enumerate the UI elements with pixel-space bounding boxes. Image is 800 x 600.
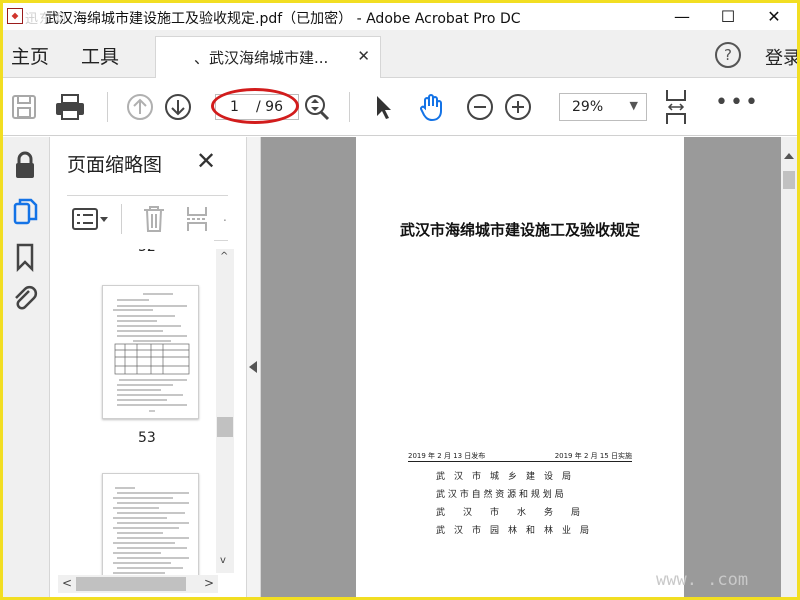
help-icon[interactable]: ? xyxy=(715,42,741,68)
delete-page-icon[interactable] xyxy=(141,204,167,234)
attachment-icon[interactable] xyxy=(9,283,41,315)
scroll-right-arrow[interactable]: > xyxy=(204,576,214,590)
bookmark-icon[interactable] xyxy=(9,241,41,273)
scrollbar-thumb[interactable] xyxy=(783,171,795,189)
title-bar: 迅东网 武汉海绵城市建设施工及验收规定.pdf（已加密） - Adobe Acr… xyxy=(3,3,797,30)
issue-date: 2019 年 2 月 13 日发布 xyxy=(408,452,486,460)
acrobat-app-icon xyxy=(7,8,23,24)
navigation-rail xyxy=(3,137,50,597)
lock-icon[interactable] xyxy=(9,149,41,181)
login-button[interactable]: 登录 xyxy=(765,44,800,70)
total-pages-label: / 96 xyxy=(256,99,283,115)
maximize-button[interactable]: ☐ xyxy=(705,3,751,30)
close-panel-button[interactable]: ✕ xyxy=(196,147,216,175)
extract-page-icon[interactable] xyxy=(185,204,213,234)
toolbar-separator xyxy=(107,92,108,122)
panel-collapse-handle[interactable] xyxy=(246,137,261,597)
scroll-left-arrow[interactable]: < xyxy=(62,576,72,590)
issue-dates: 2019 年 2 月 13 日发布 2019 年 2 月 15 日实施 xyxy=(408,449,632,462)
page-number-field[interactable]: 1 / 96 xyxy=(215,94,299,120)
page-thumbnails-icon[interactable] xyxy=(9,195,41,227)
scrollbar-thumb[interactable] xyxy=(217,417,233,437)
zoom-level-value: 29% xyxy=(572,99,604,115)
page-thumbnail-content xyxy=(113,487,189,574)
more-tools-icon[interactable]: ••• xyxy=(715,90,760,115)
close-tab-button[interactable]: ✕ xyxy=(357,47,370,65)
effective-date: 2019 年 2 月 15 日实施 xyxy=(554,452,632,460)
minimize-button[interactable]: — xyxy=(659,3,705,30)
window-title: 武汉海绵城市建设施工及验收规定.pdf（已加密） - Adobe Acrobat… xyxy=(45,11,521,27)
scroll-up-arrow[interactable] xyxy=(784,153,794,159)
issuer-line: 武 汉 市 园 林 和 林 业 局 xyxy=(436,526,590,536)
chevron-down-icon: ▼ xyxy=(629,99,638,112)
document-tab[interactable]: 、武汉海绵城市建... ✕ xyxy=(155,36,381,78)
issuer-line: 武 汉 市 城 乡 建 设 局 xyxy=(436,472,572,482)
zoom-level-dropdown[interactable]: 29% ▼ xyxy=(559,93,647,121)
scrollbar-thumb[interactable] xyxy=(76,577,186,591)
page-thumbnail[interactable] xyxy=(102,285,199,419)
document-tab-label: 、武汉海绵城市建... xyxy=(194,49,329,67)
pdf-page: 武汉市海绵城市建设施工及验收规定 2019 年 2 月 13 日发布 2019 … xyxy=(356,137,684,597)
save-icon[interactable] xyxy=(11,92,37,122)
zoom-in-icon[interactable] xyxy=(503,92,533,122)
document-view[interactable]: 武汉市海绵城市建设施工及验收规定 2019 年 2 月 13 日发布 2019 … xyxy=(261,137,781,597)
page-stepper-icon[interactable] xyxy=(301,92,331,122)
fit-page-icon[interactable] xyxy=(663,88,689,126)
thumbnail-panel: 页面缩略图 ✕ . 52 xyxy=(50,137,246,597)
more-icon[interactable]: . xyxy=(223,210,227,224)
thumbnail-toolbar: . xyxy=(67,195,228,241)
toolbar-separator xyxy=(349,92,350,122)
thumbnail-options-icon[interactable] xyxy=(71,206,111,232)
thumbnail-scrollbar[interactable]: ^ v xyxy=(216,249,234,573)
close-window-button[interactable]: ✕ xyxy=(751,3,797,30)
document-title: 武汉市海绵城市建设施工及验收规定 xyxy=(399,221,640,239)
menu-bar: 主页 工具 、武汉海绵城市建... ✕ ? 登录 xyxy=(3,30,800,78)
collapse-arrow-icon xyxy=(249,361,257,373)
next-page-icon[interactable] xyxy=(163,92,193,122)
toolbar: 1 / 96 29% ▼ ••• xyxy=(3,78,797,136)
issuer-line: 武 汉 市 水 务 局 xyxy=(436,508,581,518)
hand-tool-icon[interactable] xyxy=(417,92,447,122)
cropped-area xyxy=(67,237,214,249)
document-scrollbar[interactable] xyxy=(781,137,797,597)
page-number-label: 53 xyxy=(138,430,156,446)
scroll-down-arrow[interactable]: v xyxy=(220,555,226,566)
select-cursor-icon[interactable] xyxy=(371,92,395,122)
panel-title: 页面缩略图 xyxy=(67,154,163,176)
page-thumbnail[interactable] xyxy=(102,473,199,577)
watermark-text: www. .com xyxy=(656,570,749,590)
previous-page-icon[interactable] xyxy=(125,92,155,122)
thumbnail-horizontal-scrollbar[interactable]: < > xyxy=(58,575,218,593)
issuer-line: 武 汉 市 自 然 资 源 和 规 划 局 xyxy=(436,490,564,500)
toolbar-separator xyxy=(121,204,122,234)
current-page-input[interactable]: 1 xyxy=(230,99,239,115)
print-icon[interactable] xyxy=(53,92,87,122)
page-thumbnail-content xyxy=(113,293,190,412)
zoom-out-icon[interactable] xyxy=(465,92,495,122)
tools-tab[interactable]: 工具 xyxy=(81,42,119,69)
home-tab[interactable]: 主页 xyxy=(11,42,49,69)
scroll-up-arrow[interactable]: ^ xyxy=(220,251,228,262)
